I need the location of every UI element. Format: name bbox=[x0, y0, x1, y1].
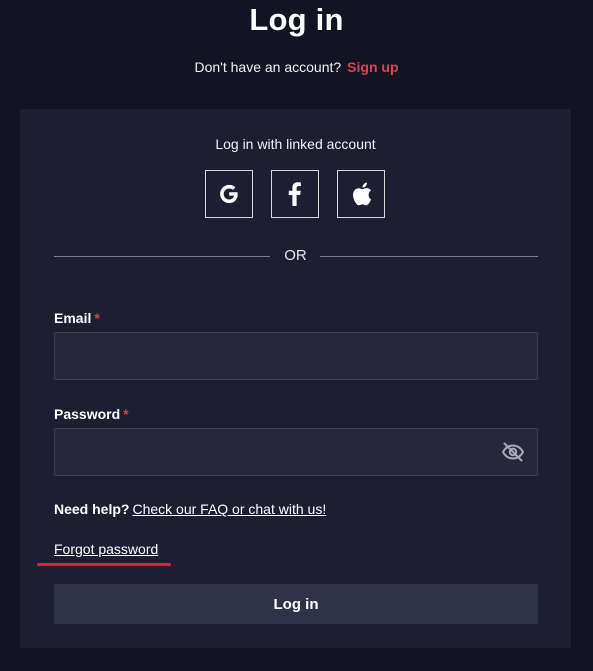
email-field[interactable] bbox=[54, 332, 538, 380]
help-line: Need help? Check our FAQ or chat with us! bbox=[54, 501, 326, 517]
google-icon bbox=[220, 184, 238, 204]
password-label-text: Password bbox=[54, 406, 121, 422]
highlight-underline bbox=[37, 563, 171, 566]
divider-right bbox=[320, 256, 538, 257]
login-card: Log in with linked account OR Email * Pas… bbox=[20, 109, 571, 648]
help-label: Need help? bbox=[54, 501, 130, 517]
apple-login-button[interactable] bbox=[337, 170, 385, 218]
forgot-password-link[interactable]: Forgot password bbox=[54, 541, 158, 557]
email-label: Email * bbox=[54, 310, 100, 326]
signup-line: Don't have an account? Sign up bbox=[0, 59, 593, 75]
signup-prompt: Don't have an account? bbox=[194, 59, 342, 75]
login-button[interactable]: Log in bbox=[54, 584, 538, 624]
signup-link[interactable]: Sign up bbox=[347, 59, 398, 75]
facebook-login-button[interactable] bbox=[271, 170, 319, 218]
eye-slash-icon bbox=[502, 442, 524, 462]
required-marker: * bbox=[123, 406, 129, 422]
password-visibility-toggle[interactable] bbox=[501, 440, 525, 464]
linked-account-label: Log in with linked account bbox=[215, 136, 376, 152]
email-label-text: Email bbox=[54, 310, 92, 326]
password-field[interactable] bbox=[54, 428, 538, 476]
faq-chat-link[interactable]: Check our FAQ or chat with us! bbox=[132, 501, 326, 517]
apple-icon bbox=[353, 182, 372, 206]
facebook-icon bbox=[288, 182, 301, 206]
page-title: Log in bbox=[249, 2, 344, 37]
password-label: Password * bbox=[54, 406, 129, 422]
google-login-button[interactable] bbox=[205, 170, 253, 218]
required-marker: * bbox=[94, 310, 100, 326]
